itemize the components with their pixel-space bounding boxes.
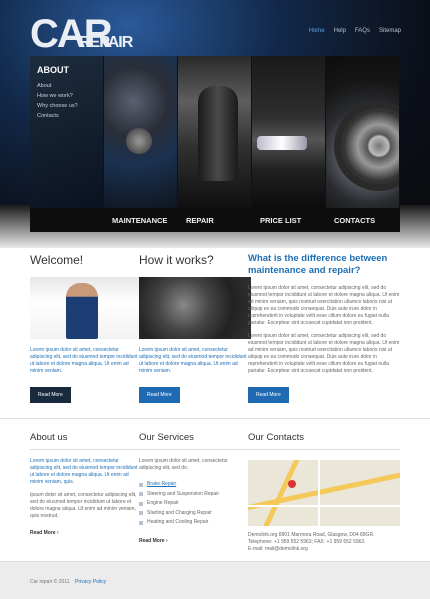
gallery-image-seat[interactable] <box>177 56 252 208</box>
nav-help[interactable]: Help <box>334 28 346 34</box>
service-starting-charging[interactable]: Starting and Charging Repair <box>139 509 251 519</box>
mechanic-figure <box>66 283 98 339</box>
service-steering-suspension[interactable]: Steering and Suspension Repair <box>139 490 251 500</box>
footer-copyright: Car repair © 2011 <box>30 579 70 585</box>
service-label: Steering and Suspension Repair <box>147 490 219 497</box>
how-read-more-button[interactable]: Read More <box>139 387 180 403</box>
about-link-contacts[interactable]: Contacts <box>37 111 78 121</box>
about-panel-title: ABOUT <box>37 65 69 75</box>
difference-read-more-button[interactable]: Read More <box>248 387 289 403</box>
footer: Car repair © 2011 Privacy Policy <box>0 561 430 599</box>
contacts-title: Our Contacts <box>248 432 400 450</box>
difference-section: What is the difference between maintenan… <box>248 253 400 403</box>
gallery-image-wheel[interactable] <box>325 56 400 208</box>
arrow-right-icon: › <box>56 530 59 536</box>
wheel <box>333 101 399 191</box>
menu-maintenance[interactable]: Maintenance <box>104 208 178 232</box>
about-us-text-blue: Lorem ipsum dolor sit amet, consectetur … <box>30 458 138 485</box>
about-us-text: Ipsum dolor sit amet, consectetur adipis… <box>30 492 137 519</box>
services-list: Brake Repair Steering and Suspension Rep… <box>139 480 251 528</box>
services-section: Our Services Lorem ipsum dolor sit amet,… <box>139 432 251 544</box>
map-street <box>318 460 320 526</box>
service-label: Starting and Charging Repair <box>147 509 212 516</box>
services-title: Our Services <box>139 432 251 450</box>
menu-repair[interactable]: Repair <box>178 208 252 232</box>
bullet-square-icon <box>139 482 143 487</box>
welcome-text: Lorem ipsum dolor sit amet, consectetur … <box>30 347 138 374</box>
nav-sitemap[interactable]: Sitemap <box>379 28 401 34</box>
about-us-read-more-label: Read More <box>30 530 56 536</box>
about-link-how-we-work[interactable]: How we work? <box>37 91 78 101</box>
bullet-square-icon <box>139 501 143 506</box>
about-link-why-choose-us[interactable]: Why choose us? <box>37 101 78 111</box>
welcome-read-more-button[interactable]: Read More <box>30 387 71 403</box>
how-text: Lorem ipsum dolor sit amet, consectetur … <box>139 347 247 374</box>
section-divider <box>0 418 430 419</box>
footer-privacy-link[interactable]: Privacy Policy <box>75 579 106 585</box>
menu-price-list[interactable]: Price list <box>252 208 326 232</box>
contacts-phone: Telephone: +1 959 552 5963; FAX: +1 959 … <box>248 539 366 545</box>
headlight <box>256 136 307 150</box>
hero-gallery: ABOUT About How we work? Why choose us? … <box>30 56 400 208</box>
page: CAR REPAIR Home Help FAQs Sitemap ABOUT … <box>0 0 430 599</box>
about-us-title: About us <box>30 432 142 450</box>
engine-photo <box>139 277 251 339</box>
service-label: Engine Repair <box>147 500 179 506</box>
gallery-image-dashboard[interactable] <box>103 56 178 208</box>
service-heating-cooling[interactable]: Heating and Cooling Repair <box>139 518 251 528</box>
service-brake-repair[interactable]: Brake Repair <box>139 480 251 490</box>
contacts-address: Demolink.org 8901 Marmora Road, Glasgow,… <box>248 532 375 538</box>
logo-text-repair: REPAIR <box>79 34 133 51</box>
map-street <box>248 505 400 507</box>
contacts-section: Our Contacts Demolink.org 8901 Marmora R… <box>248 432 400 553</box>
about-panel: ABOUT About How we work? Why choose us? … <box>30 56 104 208</box>
car-seat <box>197 86 238 181</box>
bullet-square-icon <box>139 520 143 525</box>
dial-knob <box>125 128 152 154</box>
difference-text-2: Lorem ipsum dolor sit amet, consectetur … <box>248 333 400 374</box>
how-section: How it works? Lorem ipsum dolor sit amet… <box>139 253 251 403</box>
nav-home[interactable]: Home <box>309 28 325 34</box>
gallery-image-headlight[interactable] <box>251 56 326 208</box>
welcome-title: Welcome! <box>30 253 84 267</box>
service-label: Brake Repair <box>147 481 177 487</box>
nav-faqs[interactable]: FAQs <box>355 28 370 34</box>
bullet-square-icon <box>139 511 143 516</box>
mechanic-photo <box>30 277 142 339</box>
services-read-more-label: Read More <box>139 537 165 544</box>
about-us-read-more-link[interactable]: Read More › <box>30 530 142 536</box>
map-road <box>259 460 302 526</box>
service-label: Heating and Cooling Repair <box>147 519 209 525</box>
about-panel-list: About How we work? Why choose us? Contac… <box>37 81 78 121</box>
services-read-more-link[interactable]: Read More › <box>139 538 251 544</box>
service-engine-repair[interactable]: Engine Repair <box>139 499 251 509</box>
services-intro: Lorem ipsum dolor sit amet, consectetur … <box>139 458 228 471</box>
top-navigation: Home Help FAQs Sitemap <box>309 28 401 34</box>
difference-text-1: Lorem ipsum dolor sit amet, consectetur … <box>248 285 400 326</box>
service-menu: Maintenance Repair Price list Contacts <box>30 208 400 232</box>
difference-title: What is the difference between maintenan… <box>248 253 388 276</box>
welcome-section: Welcome! Lorem ipsum dolor sit amet, con… <box>30 253 142 403</box>
about-link-about[interactable]: About <box>37 81 78 91</box>
how-title: How it works? <box>139 253 214 267</box>
map-pin-icon <box>288 480 296 488</box>
menu-contacts[interactable]: Contacts <box>326 208 400 232</box>
about-us-section: About us Lorem ipsum dolor sit amet, con… <box>30 432 142 536</box>
arrow-right-icon: › <box>165 537 168 544</box>
location-map[interactable] <box>248 460 400 526</box>
logo[interactable]: CAR REPAIR <box>30 14 140 54</box>
bullet-square-icon <box>139 492 143 497</box>
contacts-email[interactable]: E-mail: mail@demolink.org <box>248 546 400 553</box>
